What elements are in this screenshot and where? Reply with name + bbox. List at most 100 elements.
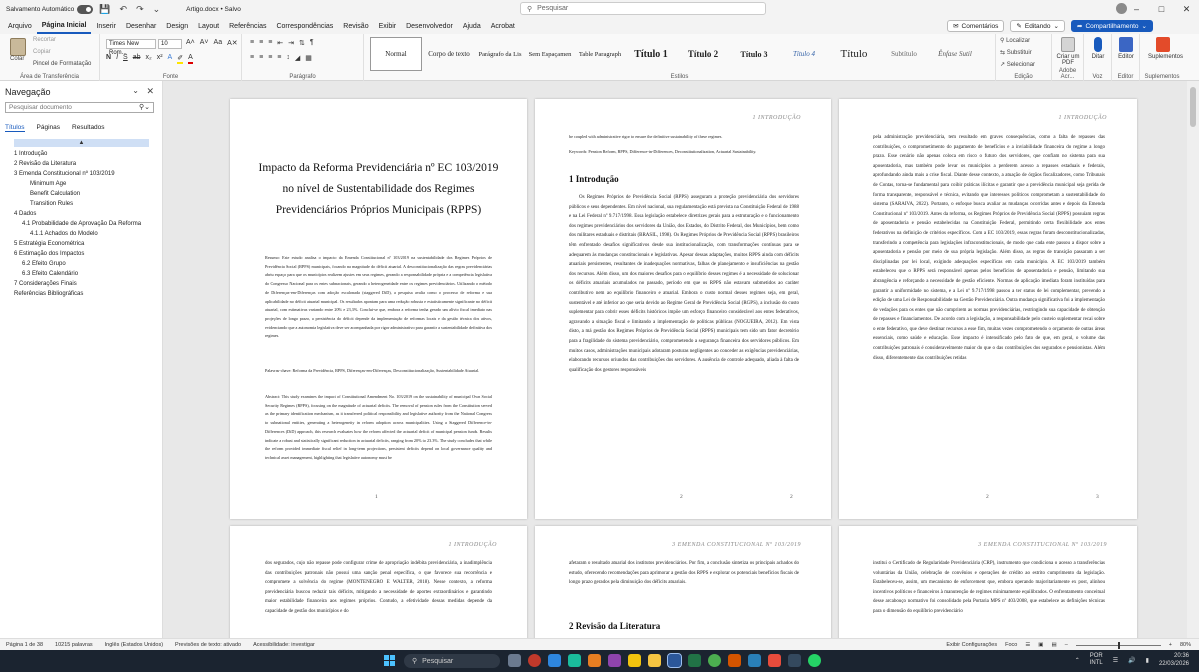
- word-icon[interactable]: [667, 653, 682, 668]
- decrease-indent-icon[interactable]: ⇤: [277, 39, 283, 47]
- highlight-icon[interactable]: ✐: [177, 54, 184, 64]
- paste-button[interactable]: Colar: [10, 56, 24, 62]
- style-titulo-1[interactable]: Título 1: [626, 37, 676, 71]
- nav-item[interactable]: 6.3 Efeito Calendário: [0, 269, 163, 279]
- app-icon[interactable]: [608, 654, 621, 667]
- style-subtitulo[interactable]: Subtítulo: [880, 37, 928, 71]
- windows-start-icon[interactable]: [384, 655, 395, 666]
- nav-item[interactable]: 3 Emenda Constitucional nº 103/2019: [0, 169, 163, 179]
- zoom-in-icon[interactable]: +: [1169, 642, 1172, 648]
- borders-icon[interactable]: ▦: [305, 54, 312, 62]
- sort-icon[interactable]: ⇅: [299, 39, 305, 47]
- zoom-out-icon[interactable]: –: [1065, 642, 1068, 648]
- app-icon[interactable]: [788, 654, 801, 667]
- tab-inserir[interactable]: Inserir: [91, 18, 120, 34]
- share-button[interactable]: ➦ Compartilhamento ⌄: [1070, 20, 1153, 32]
- superscript-icon[interactable]: x²: [157, 54, 163, 64]
- nav-item[interactable]: 5 Estratégia Econométrica: [0, 239, 163, 249]
- tab-revisao[interactable]: Revisão: [338, 18, 373, 34]
- underline-icon[interactable]: S: [123, 54, 128, 64]
- nav-item[interactable]: 2 Revisão da Literatura: [0, 159, 163, 169]
- document-canvas[interactable]: Impacto da Reforma Previdenciária nº EC …: [163, 81, 1187, 638]
- numbering-icon[interactable]: ≡: [259, 39, 263, 47]
- nav-item[interactable]: 7 Considerações Finais: [0, 279, 163, 289]
- redo-icon[interactable]: ↷: [133, 4, 147, 15]
- app-icon[interactable]: [528, 654, 541, 667]
- scrollbar-thumb[interactable]: [1190, 87, 1196, 127]
- nav-item[interactable]: Referências Bibliográficas: [0, 289, 163, 299]
- maximize-icon[interactable]: □: [1149, 0, 1174, 18]
- app-icon[interactable]: [508, 654, 521, 667]
- nav-item[interactable]: Transition Rules: [0, 199, 163, 209]
- increase-indent-icon[interactable]: ⇥: [288, 39, 294, 47]
- app-icon[interactable]: [548, 654, 561, 667]
- customize-toolbar-icon[interactable]: ⌄: [150, 4, 164, 15]
- whatsapp-icon[interactable]: [808, 654, 821, 667]
- search-input[interactable]: ⚲ Pesquisar: [520, 2, 766, 15]
- font-name-select[interactable]: Times New Rom...: [106, 39, 156, 56]
- page-4[interactable]: 1 INTRODUÇÃO dos segurados, cujo não rep…: [230, 526, 527, 638]
- subscript-icon[interactable]: x₂: [145, 54, 151, 64]
- dictate-button[interactable]: Ditar: [1085, 37, 1111, 60]
- tab-ajuda[interactable]: Ajuda: [458, 18, 486, 34]
- nav-item[interactable]: 1 Introdução: [0, 149, 163, 159]
- tab-desenhar[interactable]: Desenhar: [121, 18, 161, 34]
- zoom-slider[interactable]: [1075, 641, 1161, 649]
- accessibility-status[interactable]: Acessibilidade: investigar: [247, 642, 321, 648]
- app-icon[interactable]: [628, 654, 641, 667]
- tab-design[interactable]: Design: [161, 18, 193, 34]
- minimize-icon[interactable]: –: [1124, 0, 1149, 18]
- font-color-icon[interactable]: A: [188, 54, 193, 64]
- page-count[interactable]: Página 1 de 38: [0, 642, 49, 648]
- display-settings-button[interactable]: Exibir Configurações: [946, 642, 997, 648]
- comments-button[interactable]: ✉ Comentários: [947, 20, 1005, 32]
- print-layout-icon[interactable]: ▣: [1038, 642, 1043, 648]
- tab-desenvolvedor[interactable]: Desenvolvedor: [401, 18, 458, 34]
- page-3[interactable]: 1 INTRODUÇÃO pela administração previden…: [839, 99, 1137, 519]
- tab-referencias[interactable]: Referências: [224, 18, 271, 34]
- taskbar-search[interactable]: ⚲ Pesquisar: [404, 654, 500, 668]
- app-icon[interactable]: [588, 654, 601, 667]
- chevron-up-icon[interactable]: ⌃: [1075, 657, 1080, 664]
- read-mode-icon[interactable]: ☰: [1025, 642, 1030, 648]
- change-case-icon[interactable]: Aa: [214, 39, 223, 47]
- nav-item[interactable]: 4 Dados: [0, 209, 163, 219]
- page-5[interactable]: 3 EMENDA CONSTITUCIONAL Nº 103/2019 afet…: [535, 526, 831, 638]
- tab-titulos[interactable]: Títulos: [5, 124, 25, 132]
- file-explorer-icon[interactable]: [648, 654, 661, 667]
- input-language[interactable]: POR INTL: [1090, 653, 1103, 667]
- style-corpo-texto[interactable]: Corpo de texto: [424, 37, 474, 71]
- tab-resultados[interactable]: Resultados: [72, 124, 105, 132]
- nav-item[interactable]: 6 Estimação dos Impactos: [0, 249, 163, 259]
- clock[interactable]: 20:36 22/03/2026: [1159, 652, 1189, 668]
- style-enfase-sutil[interactable]: Ênfase Sutil: [930, 37, 980, 71]
- bold-icon[interactable]: N: [106, 54, 111, 64]
- app-icon[interactable]: [568, 654, 581, 667]
- chevron-down-icon[interactable]: ⌄: [132, 86, 139, 95]
- excel-icon[interactable]: [688, 654, 701, 667]
- addins-button[interactable]: Suplementos: [1148, 37, 1183, 60]
- close-icon[interactable]: ✕: [146, 86, 154, 97]
- tab-paginas[interactable]: Páginas: [37, 124, 61, 132]
- tab-acrobat[interactable]: Acrobat: [486, 18, 520, 34]
- tab-exibir[interactable]: Exibir: [374, 18, 402, 34]
- strikethrough-icon[interactable]: ab: [133, 54, 141, 64]
- style-titulo-4[interactable]: Título 4: [780, 37, 828, 71]
- pilcrow-icon[interactable]: ¶: [310, 39, 314, 47]
- web-layout-icon[interactable]: ▤: [1052, 642, 1057, 648]
- editing-mode-button[interactable]: ✎ Editando ⌄: [1010, 20, 1065, 32]
- save-icon[interactable]: 💾: [96, 4, 113, 15]
- nav-item[interactable]: 4.1.1 Achados do Modelo: [0, 229, 163, 239]
- cut-button[interactable]: Recortar: [33, 37, 56, 43]
- style-table-paragraph[interactable]: Table Paragraph: [576, 37, 624, 71]
- wifi-icon[interactable]: ☰: [1113, 657, 1118, 664]
- text-predictions[interactable]: Previsões de texto: ativado: [169, 642, 247, 648]
- grow-font-icon[interactable]: A˄: [186, 39, 195, 47]
- nav-item[interactable]: Minimum Age: [0, 179, 163, 189]
- nav-search-input[interactable]: Pesquisar documento ⚲⌄: [5, 102, 154, 113]
- paste-icon[interactable]: [10, 38, 26, 56]
- clear-format-icon[interactable]: A✕: [227, 39, 238, 47]
- multilevel-list-icon[interactable]: ≡: [268, 39, 272, 47]
- zoom-level[interactable]: 80%: [1180, 642, 1191, 648]
- font-size-select[interactable]: 10: [158, 39, 182, 49]
